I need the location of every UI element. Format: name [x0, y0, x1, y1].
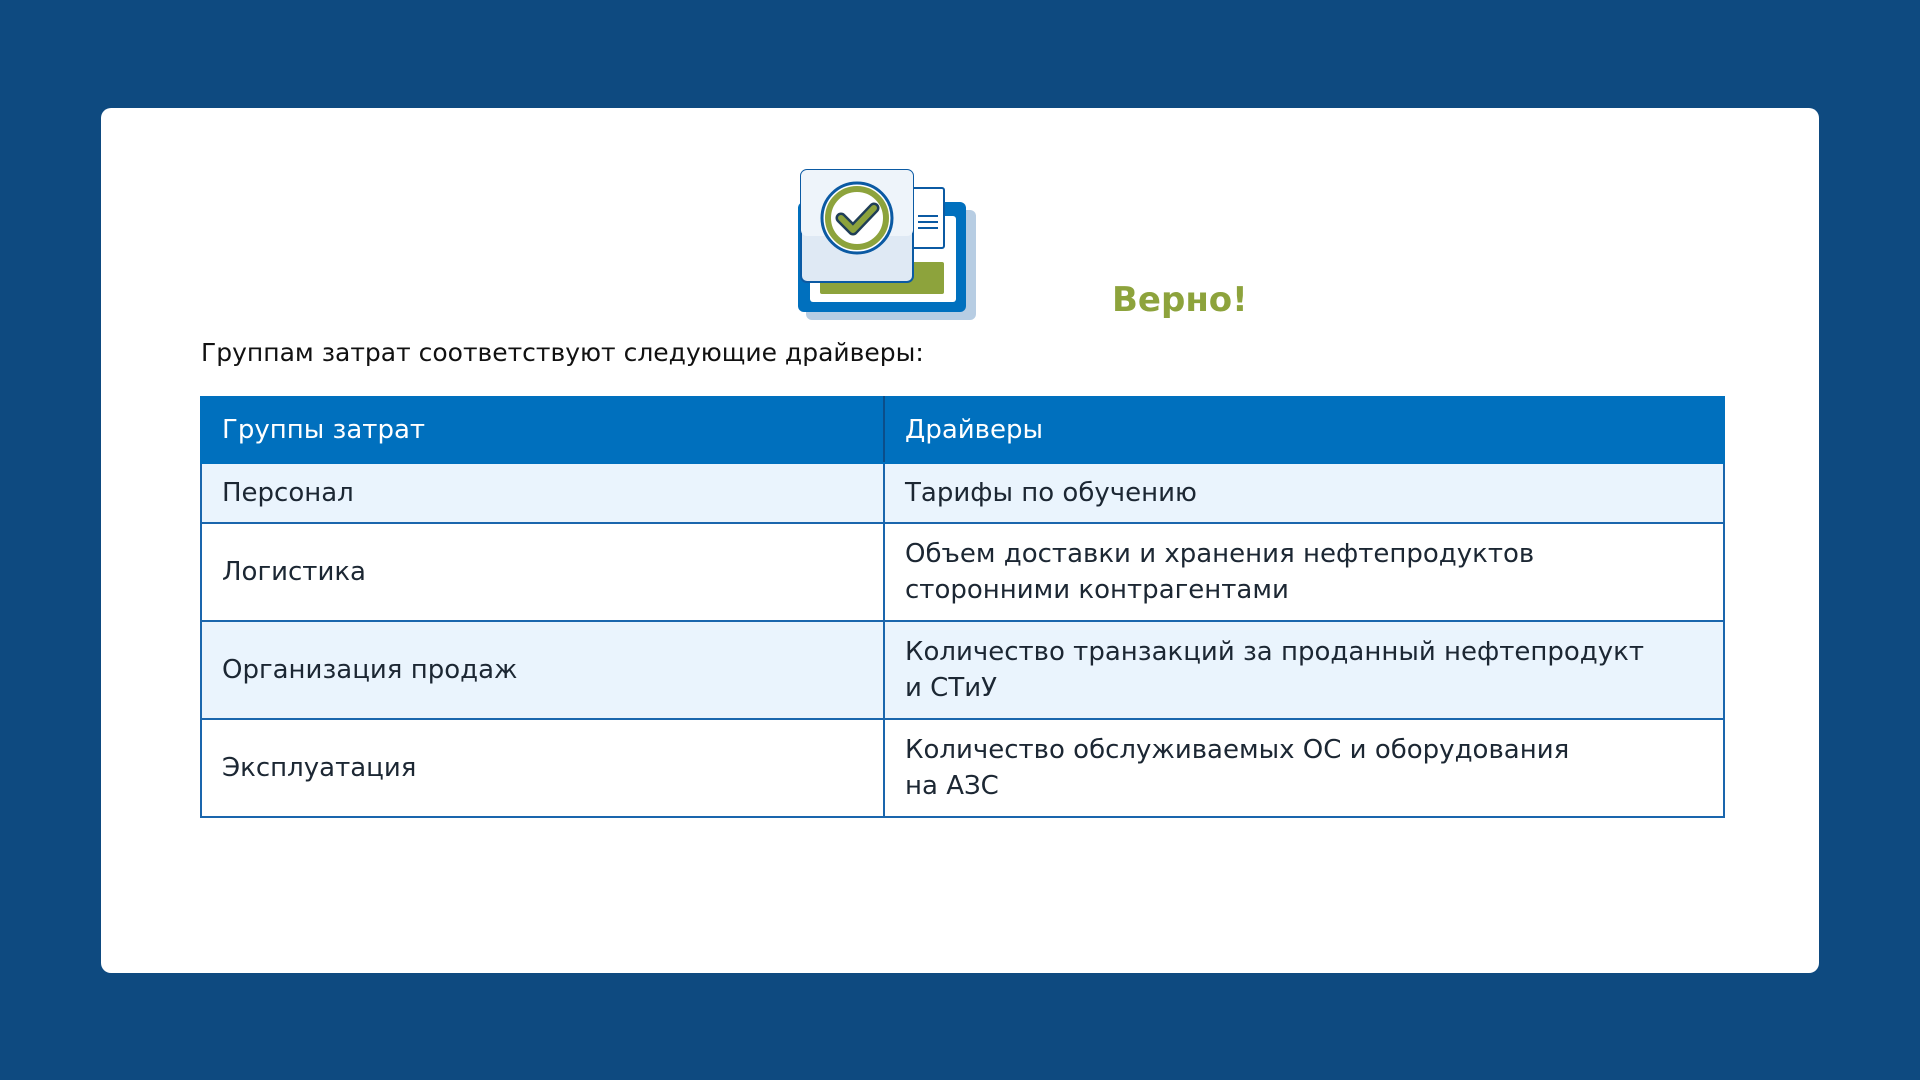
feedback-header: Верно! — [786, 158, 1248, 328]
table-row: Организация продаж Количество транзакций… — [200, 620, 1725, 720]
driver-cell: Количество транзакций за проданный нефте… — [883, 620, 1725, 720]
group-cell: Эксплуатация — [200, 718, 885, 818]
driver-line: Объем доставки и хранения нефтепродуктов — [905, 539, 1535, 569]
driver-cell: Количество обслуживаемых ОС и оборудован… — [883, 718, 1725, 818]
group-cell: Организация продаж — [200, 620, 885, 720]
driver-line: и СТиУ — [905, 673, 997, 703]
drivers-table: Группы затрат Драйверы Персонал Тарифы п… — [200, 396, 1725, 818]
group-cell: Логистика — [200, 522, 885, 622]
driver-line: Количество транзакций за проданный нефте… — [905, 637, 1644, 667]
table-row: Персонал Тарифы по обучению — [200, 462, 1725, 524]
driver-line: на АЗС — [905, 771, 999, 801]
driver-line: Количество обслуживаемых ОС и оборудован… — [905, 735, 1570, 765]
check-document-icon — [798, 169, 976, 320]
driver-cell: Тарифы по обучению — [883, 462, 1725, 524]
group-cell: Персонал — [200, 462, 885, 524]
header-groups: Группы затрат — [200, 396, 885, 464]
header-drivers: Драйверы — [883, 396, 1725, 464]
intro-text: Группам затрат соответствуют следующие д… — [201, 338, 924, 367]
driver-cell: Объем доставки и хранения нефтепродуктов… — [883, 522, 1725, 622]
table-row: Эксплуатация Количество обслуживаемых ОС… — [200, 718, 1725, 818]
table-row: Логистика Объем доставки и хранения нефт… — [200, 522, 1725, 622]
feedback-title: Верно! — [1112, 280, 1248, 320]
result-card: Верно! Группам затрат соответствуют след… — [101, 108, 1819, 973]
table-header-row: Группы затрат Драйверы — [200, 396, 1725, 464]
driver-line: Тарифы по обучению — [905, 478, 1197, 508]
driver-line: сторонними контрагентами — [905, 575, 1289, 605]
